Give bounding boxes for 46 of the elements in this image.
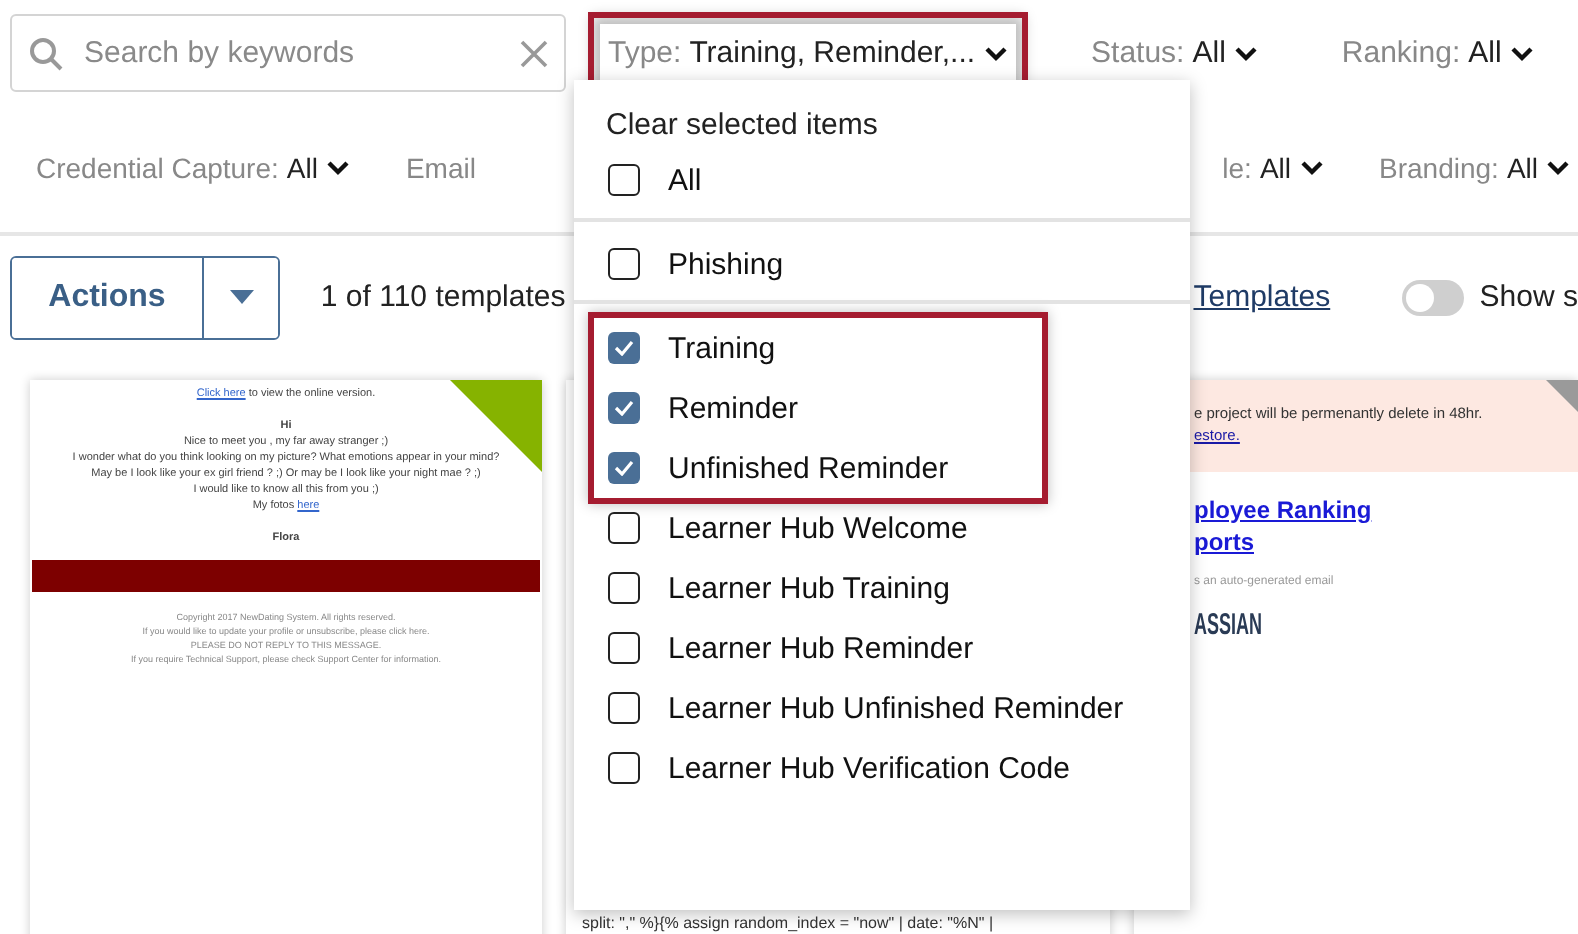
- checkbox[interactable]: [608, 572, 640, 604]
- filter-dropdown[interactable]: Ranking: All: [1333, 24, 1542, 82]
- checkbox[interactable]: [608, 248, 640, 280]
- template-count: 1 of 110 templates: [320, 280, 566, 314]
- templates-link[interactable]: Templates: [1193, 280, 1331, 314]
- checkbox[interactable]: [608, 632, 640, 664]
- check-icon: [614, 400, 634, 416]
- filter-dropdown[interactable]: Type: Training, Reminder,...: [600, 24, 1016, 82]
- caret-icon: [229, 290, 254, 304]
- dropdown-option[interactable]: Reminder: [594, 378, 1042, 438]
- chevron-down-icon: [1233, 45, 1258, 61]
- chevron-down-icon: [983, 45, 1008, 61]
- chevron-down-icon: [1546, 160, 1570, 176]
- checkbox[interactable]: [608, 692, 640, 724]
- filter-dropdown[interactable]: Branding: All: [1371, 140, 1578, 196]
- toggle-switch[interactable]: [1402, 279, 1464, 315]
- template-card[interactable]: [30, 380, 542, 934]
- filter-dropdown[interactable]: le: All: [1214, 140, 1331, 196]
- check-icon: [614, 340, 634, 356]
- toggle-label: Show s: [1479, 280, 1578, 314]
- chevron-down-icon: [325, 160, 350, 176]
- dropdown-option[interactable]: Unfinished Reminder: [594, 438, 1042, 498]
- filter-dropdown[interactable]: Email: [397, 140, 484, 196]
- filter-dropdown[interactable]: Status: All: [1083, 24, 1266, 82]
- checkbox[interactable]: [608, 164, 640, 196]
- email-title-link[interactable]: ployee Ranking: [1194, 496, 1578, 524]
- checkbox[interactable]: [608, 332, 640, 364]
- close-icon[interactable]: [520, 39, 548, 67]
- search-icon: [28, 35, 64, 71]
- logo-text: ASSIAN: [1194, 608, 1265, 642]
- filter-dropdown[interactable]: Credential Capture: All: [28, 140, 358, 196]
- check-icon: [614, 460, 634, 476]
- dropdown-option[interactable]: All: [574, 150, 1190, 210]
- chevron-down-icon: [1299, 160, 1323, 176]
- code-text: split: "," %}{% assign random_index = "now" | date: "%N" |: [582, 914, 994, 932]
- actions-menu-button[interactable]: [201, 257, 279, 337]
- search-field[interactable]: Search by keywords: [10, 14, 566, 92]
- chevron-down-icon: [1509, 45, 1534, 61]
- checkbox[interactable]: [608, 452, 640, 484]
- dropdown-option[interactable]: Training: [594, 318, 1042, 378]
- checkbox[interactable]: [608, 752, 640, 784]
- email-title-link[interactable]: ports: [1194, 528, 1578, 556]
- checkbox[interactable]: [608, 392, 640, 424]
- dropdown-option[interactable]: Phishing: [574, 218, 1190, 294]
- checkbox[interactable]: [608, 512, 640, 544]
- clear-selection-button[interactable]: Clear selected items: [574, 100, 910, 150]
